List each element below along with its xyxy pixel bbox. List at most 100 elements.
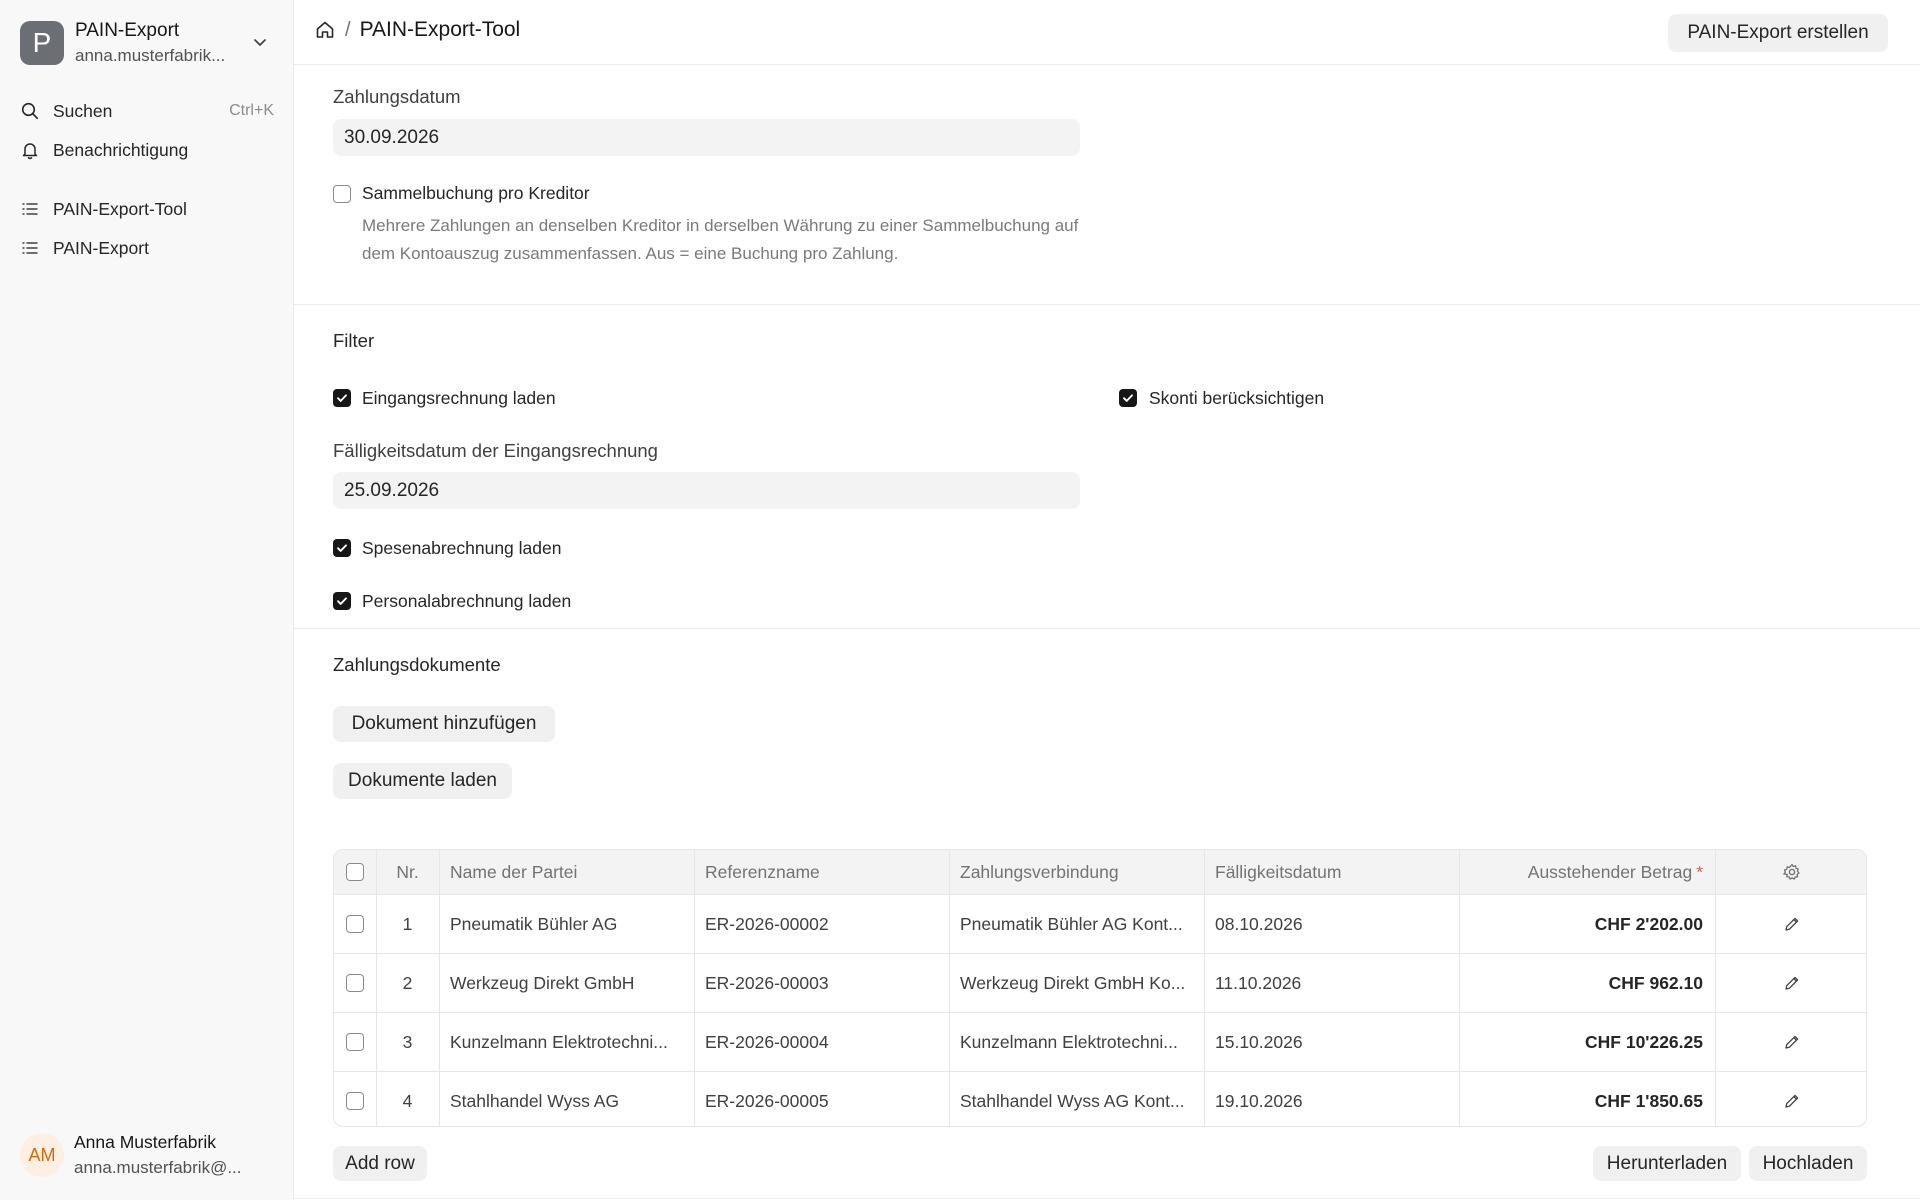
cell-reference[interactable]: ER-2026-00002 (694, 895, 949, 953)
load-payroll-checkbox[interactable] (333, 592, 351, 610)
breadcrumb: / PAIN-Export-Tool (314, 18, 520, 42)
row-select-cell (334, 1072, 376, 1126)
column-divider (1715, 954, 1716, 1012)
cell-amount[interactable]: CHF 10'226.25 (1459, 1013, 1715, 1071)
column-divider (376, 1013, 377, 1071)
load-purchase-invoices-checkbox[interactable] (333, 389, 351, 407)
upload-button[interactable]: Hochladen (1749, 1146, 1867, 1181)
row-checkbox[interactable] (346, 974, 364, 992)
cell-nr: 3 (402, 1031, 413, 1052)
search-shortcut: Ctrl+K (229, 102, 274, 119)
load-purchase-invoices-label: Eingangsrechnung laden (362, 388, 556, 408)
row-checkbox[interactable] (346, 1033, 364, 1051)
create-pain-export-button[interactable]: PAIN-Export erstellen (1668, 14, 1888, 52)
required-marker: * (1696, 861, 1703, 882)
column-divider (1459, 1072, 1460, 1126)
column-divider (949, 850, 950, 894)
column-divider (1204, 850, 1205, 894)
row-edit-cell (1715, 1013, 1866, 1071)
column-divider (1715, 850, 1716, 894)
sidebar-item-label: PAIN-Export (53, 237, 149, 258)
column-divider (949, 895, 950, 953)
search-button[interactable]: Suchen Ctrl+K (10, 94, 284, 128)
cell-nr: 2 (402, 972, 413, 993)
row-edit-cell (1715, 954, 1866, 1012)
cell-due-date[interactable]: 19.10.2026 (1204, 1072, 1459, 1126)
cell-due-date[interactable]: 15.10.2026 (1204, 1013, 1459, 1071)
cell-due-date[interactable]: 08.10.2026 (1204, 895, 1459, 953)
sidebar-item-pain-export-tool[interactable]: PAIN-Export-Tool (10, 192, 284, 226)
cell-reference[interactable]: ER-2026-00004 (694, 1013, 949, 1071)
sidebar-item-pain-export[interactable]: PAIN-Export (10, 231, 284, 265)
cell-party[interactable]: Kunzelmann Elektrotechni... (439, 1013, 694, 1071)
home-icon[interactable] (314, 19, 336, 41)
user-menu[interactable]: AM Anna Musterfabrik anna.musterfabrik@.… (20, 1130, 274, 1180)
column-header-amount[interactable]: Ausstehender Betrag * (1459, 850, 1715, 894)
gear-icon[interactable] (1782, 862, 1802, 882)
due-date-input[interactable]: 25.09.2026 (333, 472, 1080, 509)
column-divider (376, 895, 377, 953)
column-header-reference[interactable]: Referenzname (694, 850, 949, 894)
check-icon (337, 394, 347, 402)
workspace-subtitle: anna.musterfabrik... (75, 46, 226, 65)
section-divider (294, 304, 1920, 305)
cell-amount[interactable]: CHF 2'202.00 (1459, 895, 1715, 953)
edit-icon[interactable] (1783, 915, 1801, 933)
table-row[interactable]: 3 Kunzelmann Elektrotechni... ER-2026-00… (334, 1012, 1866, 1071)
edit-icon[interactable] (1783, 1092, 1801, 1110)
cell-party[interactable]: Werkzeug Direkt GmbH (439, 954, 694, 1012)
select-all-checkbox[interactable] (346, 863, 364, 881)
cell-account[interactable]: Pneumatik Bühler AG Kont... (949, 895, 1204, 953)
workspace-title: PAIN-Export (75, 20, 180, 41)
cell-amount[interactable]: CHF 1'850.65 (1459, 1072, 1715, 1126)
load-expense-claims-checkbox[interactable] (333, 539, 351, 557)
notifications-button[interactable]: Benachrichtigung (10, 133, 284, 167)
table-row[interactable]: 2 Werkzeug Direkt GmbH ER-2026-00003 Wer… (334, 953, 1866, 1012)
column-divider (1204, 1013, 1205, 1071)
column-header-due-date[interactable]: Fälligkeitsdatum (1204, 850, 1459, 894)
page-header: / PAIN-Export-Tool PAIN-Export erstellen (294, 0, 1920, 65)
load-documents-button[interactable]: Dokumente laden (333, 763, 512, 799)
cell-due-date[interactable]: 11.10.2026 (1204, 954, 1459, 1012)
row-checkbox[interactable] (346, 915, 364, 933)
cell-account[interactable]: Stahlhandel Wyss AG Kont... (949, 1072, 1204, 1126)
cell-amount[interactable]: CHF 962.10 (1459, 954, 1715, 1012)
download-button[interactable]: Herunterladen (1593, 1146, 1741, 1181)
column-header-account[interactable]: Zahlungsverbindung (949, 850, 1204, 894)
collective-booking-checkbox[interactable] (333, 185, 351, 203)
breadcrumb-separator: / (345, 18, 351, 41)
table-row[interactable]: 4 Stahlhandel Wyss AG ER-2026-00005 Stah… (334, 1071, 1866, 1126)
column-divider (949, 1013, 950, 1071)
list-icon (22, 203, 38, 215)
cell-party[interactable]: Pneumatik Bühler AG (439, 895, 694, 953)
column-header-party[interactable]: Name der Partei (439, 850, 694, 894)
column-header-amount-label: Ausstehender Betrag (1527, 861, 1693, 882)
consider-discounts-checkbox[interactable] (1119, 389, 1137, 407)
column-divider (1715, 1013, 1716, 1071)
row-select-cell (334, 895, 376, 953)
payment-date-input[interactable]: 30.09.2026 (333, 119, 1080, 156)
cell-reference[interactable]: ER-2026-00005 (694, 1072, 949, 1126)
table-row[interactable]: 1 Pneumatik Bühler AG ER-2026-00002 Pneu… (334, 894, 1866, 953)
column-divider (694, 895, 695, 953)
column-divider (1459, 954, 1460, 1012)
edit-icon[interactable] (1783, 1033, 1801, 1051)
cell-reference[interactable]: ER-2026-00003 (694, 954, 949, 1012)
cell-account[interactable]: Kunzelmann Elektrotechni... (949, 1013, 1204, 1071)
column-divider (694, 1013, 695, 1071)
workspace-switcher[interactable]: P PAIN-Export anna.musterfabrik... (20, 20, 274, 66)
cell-party[interactable]: Stahlhandel Wyss AG (439, 1072, 694, 1126)
cell-nr: 1 (402, 913, 413, 934)
add-row-button[interactable]: Add row (333, 1146, 427, 1181)
row-checkbox[interactable] (346, 1092, 364, 1110)
user-name: Anna Musterfabrik (74, 1132, 217, 1152)
payment-date-label: Zahlungsdatum (333, 86, 461, 107)
cell-account[interactable]: Werkzeug Direkt GmbH Ko... (949, 954, 1204, 1012)
edit-icon[interactable] (1783, 974, 1801, 992)
section-divider (294, 628, 1920, 629)
list-icon (22, 242, 38, 254)
column-divider (376, 1072, 377, 1126)
column-header-nr[interactable]: Nr. (376, 850, 439, 894)
add-document-button[interactable]: Dokument hinzufügen (333, 706, 555, 742)
page-title: PAIN-Export-Tool (359, 18, 521, 41)
